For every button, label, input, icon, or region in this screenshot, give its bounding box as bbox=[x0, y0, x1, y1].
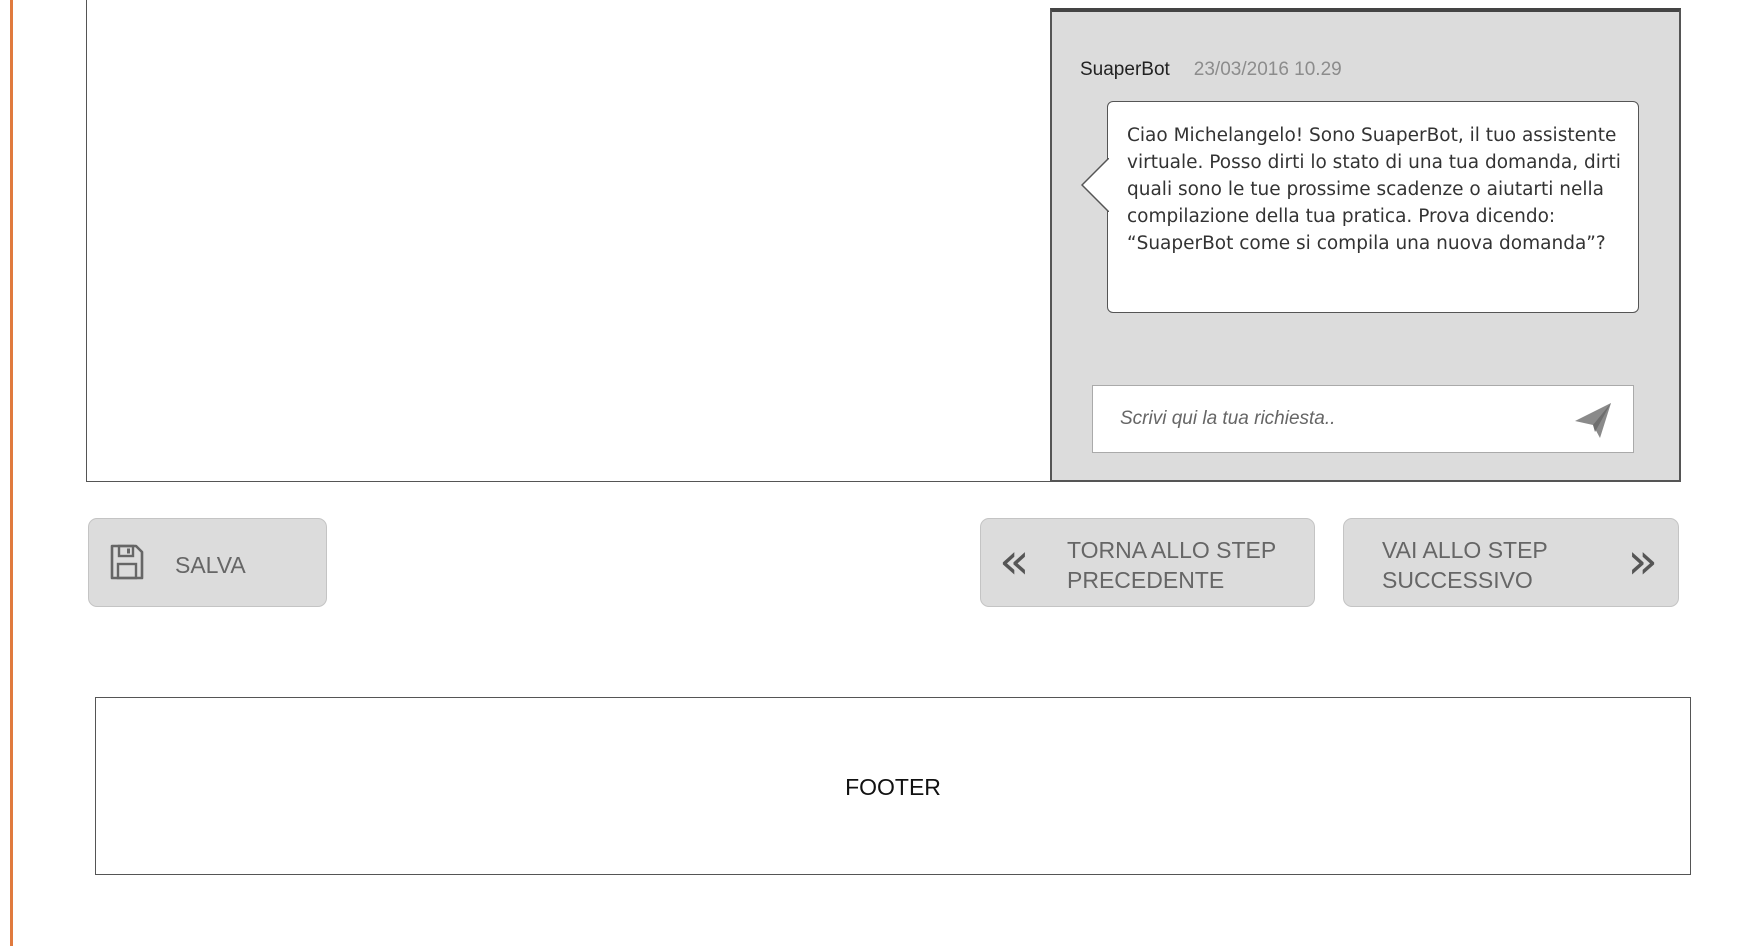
left-accent-bar bbox=[10, 0, 13, 946]
chat-request-input[interactable] bbox=[1093, 386, 1563, 452]
chat-input-box bbox=[1092, 385, 1634, 453]
double-chevron-left-icon: « bbox=[999, 532, 1030, 590]
page: SuaperBot 23/03/2016 10.29 Ciao Michelang… bbox=[0, 0, 1750, 946]
chatbot-panel: SuaperBot 23/03/2016 10.29 Ciao Michelang… bbox=[1050, 8, 1681, 482]
double-chevron-right-icon: » bbox=[1627, 532, 1658, 590]
floppy-disk-icon bbox=[110, 544, 144, 580]
footer-label: FOOTER bbox=[845, 774, 941, 800]
save-button-label: SALVA bbox=[175, 552, 246, 578]
next-step-label-line1: VAI ALLO STEP bbox=[1382, 537, 1548, 563]
bubble-tail bbox=[1081, 158, 1109, 212]
next-step-button[interactable]: VAI ALLO STEP SUCCESSIVO » bbox=[1343, 518, 1679, 607]
chat-message-bubble: Ciao Michelangelo! Sono SuaperBot, il tu… bbox=[1081, 101, 1639, 313]
previous-step-label-line1: TORNA ALLO STEP bbox=[1067, 537, 1277, 563]
chat-message-meta: SuaperBot 23/03/2016 10.29 bbox=[1080, 59, 1342, 81]
chat-timestamp: 23/03/2016 10.29 bbox=[1193, 59, 1342, 80]
save-button[interactable]: SALVA bbox=[88, 518, 327, 607]
chat-sender-name: SuaperBot bbox=[1080, 59, 1170, 80]
paper-plane-icon[interactable] bbox=[1573, 400, 1613, 440]
chat-message-text: Ciao Michelangelo! Sono SuaperBot, il tu… bbox=[1127, 125, 1621, 254]
next-step-label: VAI ALLO STEP SUCCESSIVO bbox=[1382, 535, 1548, 595]
previous-step-button[interactable]: « TORNA ALLO STEP PRECEDENTE bbox=[980, 518, 1315, 607]
previous-step-label: TORNA ALLO STEP PRECEDENTE bbox=[1067, 535, 1276, 595]
footer: FOOTER bbox=[95, 697, 1691, 875]
previous-step-label-line2: PRECEDENTE bbox=[1067, 567, 1225, 593]
next-step-label-line2: SUCCESSIVO bbox=[1382, 567, 1533, 593]
